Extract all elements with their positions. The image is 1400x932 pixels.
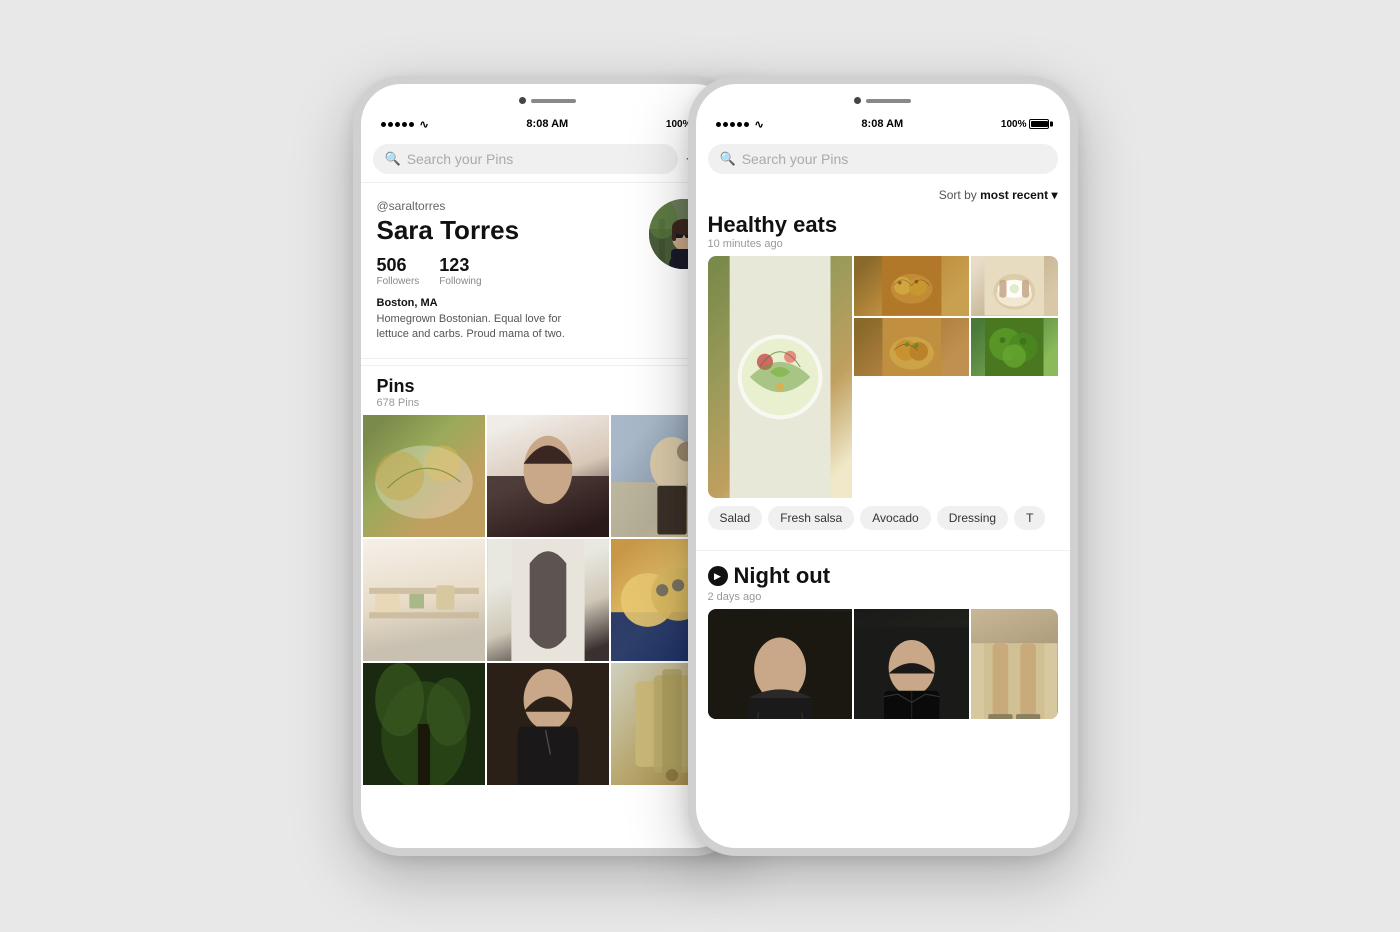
status-bar-right: ∿ 8:08 AM 100% (696, 112, 1070, 136)
pin-item[interactable] (487, 539, 609, 661)
sort-text: Sort by most recent ▾ (939, 188, 1058, 202)
board-title-2[interactable]: Night out (734, 563, 831, 589)
night-cell-3[interactable] (971, 609, 1058, 719)
tag-avocado[interactable]: Avocado (860, 506, 930, 530)
display-name: Sara Torres (377, 216, 577, 245)
status-time-right: 8:08 AM (861, 118, 903, 130)
board-cell-salad[interactable] (708, 256, 852, 498)
board-healthy-eats: Healthy eats 10 minutes ago (696, 204, 1070, 544)
front-camera-right (854, 97, 861, 104)
tags-row: Salad Fresh salsa Avocado Dressing T (708, 506, 1058, 530)
pins-title: Pins (377, 376, 719, 397)
pins-count: 678 Pins (377, 397, 719, 409)
battery-icon-right (1029, 119, 1049, 129)
search-icon: 🔍 (385, 151, 401, 167)
followers-label: Followers (377, 276, 420, 287)
tag-dressing[interactable]: Dressing (937, 506, 1008, 530)
speaker-right (866, 99, 911, 103)
search-placeholder-right: Search your Pins (742, 151, 849, 167)
board-night-out: ▶ Night out 2 days ago (696, 557, 1070, 725)
search-bar[interactable]: 🔍 Search your Pins (373, 144, 678, 174)
search-icon-right: 🔍 (720, 151, 736, 167)
board-cell-tacos[interactable] (854, 256, 969, 316)
tag-more[interactable]: T (1014, 506, 1045, 530)
night-cell-1[interactable] (708, 609, 852, 719)
sort-row: Sort by most recent ▾ (696, 182, 1070, 204)
bio: Homegrown Bostonian. Equal love for lett… (377, 312, 577, 343)
search-container-right: 🔍 Search your Pins (696, 136, 1070, 182)
board-time-1: 10 minutes ago (708, 238, 1058, 250)
sort-value[interactable]: most recent ▾ (980, 188, 1057, 202)
following-count: 123 (439, 255, 481, 276)
pins-grid (361, 415, 735, 785)
pin-item[interactable] (363, 663, 485, 785)
board-cell-hands[interactable] (971, 256, 1058, 316)
board-title-1[interactable]: Healthy eats (708, 212, 1058, 238)
board-time-2: 2 days ago (708, 591, 1058, 603)
followers-count: 506 (377, 255, 420, 276)
pin-item[interactable] (487, 663, 609, 785)
search-bar-right[interactable]: 🔍 Search your Pins (708, 144, 1058, 174)
pin-item[interactable] (487, 415, 609, 537)
pins-header: Pins 678 Pins (361, 365, 735, 415)
front-camera (519, 97, 526, 104)
profile-section: @saraltorres Sara Torres 506 Followers 1… (361, 183, 735, 352)
board-image-grid-1[interactable] (708, 256, 1058, 498)
status-bar: ∿ 8:08 AM 100% (361, 112, 735, 136)
board-image-grid-2[interactable] (708, 609, 1058, 719)
speaker (531, 99, 576, 103)
tag-salad[interactable]: Salad (708, 506, 763, 530)
username: @saraltorres (377, 199, 577, 213)
pin-item[interactable] (363, 539, 485, 661)
following-label: Following (439, 276, 481, 287)
location: Boston, MA (377, 297, 577, 309)
night-cell-2[interactable] (854, 609, 969, 719)
board-cell-tacos2[interactable] (854, 318, 969, 377)
secret-board-icon: ▶ (708, 566, 728, 586)
search-container: 🔍 Search your Pins + ⚙ (361, 136, 735, 183)
pin-item[interactable] (363, 415, 485, 537)
tag-fresh-salsa[interactable]: Fresh salsa (768, 506, 854, 530)
battery-percent-right: 100% (1001, 119, 1027, 130)
board-cell-green[interactable] (971, 318, 1058, 377)
search-placeholder: Search your Pins (407, 151, 514, 167)
status-time: 8:08 AM (526, 118, 568, 130)
